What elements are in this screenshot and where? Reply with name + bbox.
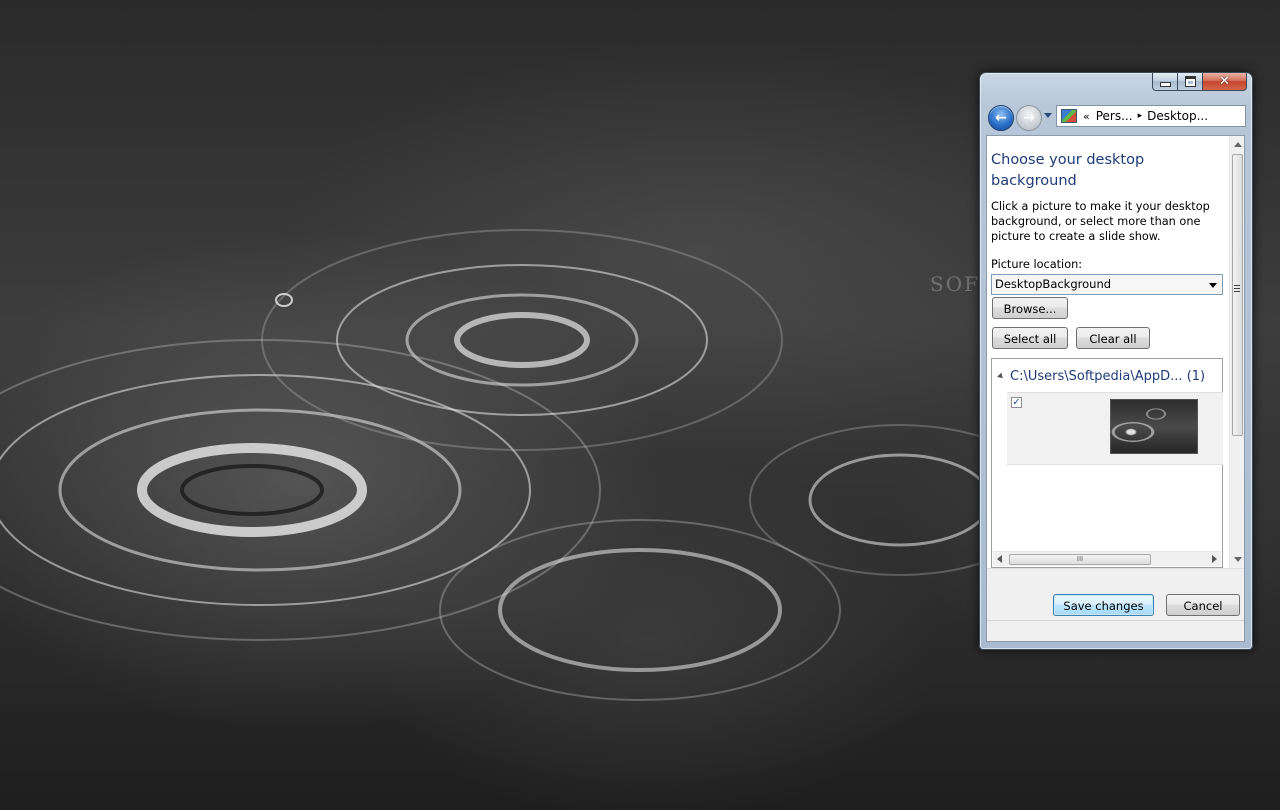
recent-pages-dropdown-icon[interactable] xyxy=(1044,113,1052,118)
horizontal-scrollbar[interactable]: III xyxy=(993,551,1221,566)
personalization-window[interactable]: ✕ ← → « Pers... ▸ Desktop... Choose your… xyxy=(979,72,1253,650)
minimize-button[interactable] xyxy=(1152,73,1178,91)
breadcrumb-separator-icon[interactable]: ▸ xyxy=(1138,111,1143,121)
scroll-right-icon[interactable] xyxy=(1212,555,1217,563)
checkmark-icon: ✓ xyxy=(1012,397,1021,408)
control-panel-icon xyxy=(1061,109,1077,123)
scroll-down-icon[interactable] xyxy=(1234,557,1242,562)
page-title: Choose your desktop background xyxy=(991,152,1145,189)
close-icon: ✕ xyxy=(1219,74,1230,89)
footer-divider xyxy=(987,568,1244,569)
picture-thumbnail[interactable] xyxy=(1110,399,1198,454)
caption-buttons: ✕ xyxy=(1152,73,1247,91)
picture-group-header[interactable]: C:\Users\Softpedia\AppD... (1) xyxy=(997,369,1206,384)
save-changes-button[interactable]: Save changes xyxy=(1053,594,1154,616)
browse-button[interactable]: Browse... xyxy=(992,297,1068,319)
maximize-button[interactable] xyxy=(1178,73,1203,91)
select-all-button[interactable]: Select all xyxy=(992,327,1068,349)
picture-checkbox[interactable]: ✓ xyxy=(1011,397,1022,408)
picture-group-path: C:\Users\Softpedia\AppD... xyxy=(1010,369,1183,384)
back-arrow-icon: ← xyxy=(995,110,1007,126)
breadcrumb-desktop-background[interactable]: Desktop... xyxy=(1147,109,1208,123)
page-description: Click a picture to make it your desktop … xyxy=(991,200,1210,243)
address-bar[interactable]: « Pers... ▸ Desktop... xyxy=(1056,105,1246,127)
close-button[interactable]: ✕ xyxy=(1203,73,1247,91)
minimize-icon xyxy=(1159,82,1171,87)
status-bar xyxy=(987,620,1244,641)
picture-location-label: Picture location: xyxy=(991,258,1083,271)
clear-all-button[interactable]: Clear all xyxy=(1076,327,1150,349)
content-pane: Choose your desktop background Click a p… xyxy=(986,135,1245,642)
picture-location-select[interactable]: DesktopBackground xyxy=(991,274,1223,295)
picture-item[interactable]: ✓ xyxy=(1007,392,1223,465)
forward-arrow-icon: → xyxy=(1023,110,1035,126)
vertical-scrollbar[interactable] xyxy=(1229,136,1244,568)
horizontal-scroll-thumb[interactable]: III xyxy=(1009,554,1151,565)
forward-button[interactable]: → xyxy=(1016,105,1042,131)
collapse-triangle-icon[interactable] xyxy=(997,372,1005,381)
scroll-up-icon[interactable] xyxy=(1234,142,1242,147)
scroll-left-icon[interactable] xyxy=(997,555,1002,563)
chevron-down-icon xyxy=(1209,283,1217,288)
back-button[interactable]: ← xyxy=(988,105,1014,131)
navigation-bar: ← → « Pers... ▸ Desktop... xyxy=(986,101,1248,131)
picture-group-count: (1) xyxy=(1186,369,1206,384)
breadcrumb-personalization[interactable]: Pers... xyxy=(1096,109,1133,123)
maximize-icon xyxy=(1184,76,1196,87)
picture-location-value: DesktopBackground xyxy=(995,277,1112,291)
cancel-button[interactable]: Cancel xyxy=(1166,594,1240,616)
picture-list[interactable]: C:\Users\Softpedia\AppD... (1) ✓ III xyxy=(991,358,1223,568)
scroll-grip-icon xyxy=(1234,285,1240,293)
breadcrumb-overflow[interactable]: « xyxy=(1083,110,1090,123)
scrollable-content: Choose your desktop background Click a p… xyxy=(987,136,1230,568)
vertical-scroll-thumb[interactable] xyxy=(1232,154,1243,436)
